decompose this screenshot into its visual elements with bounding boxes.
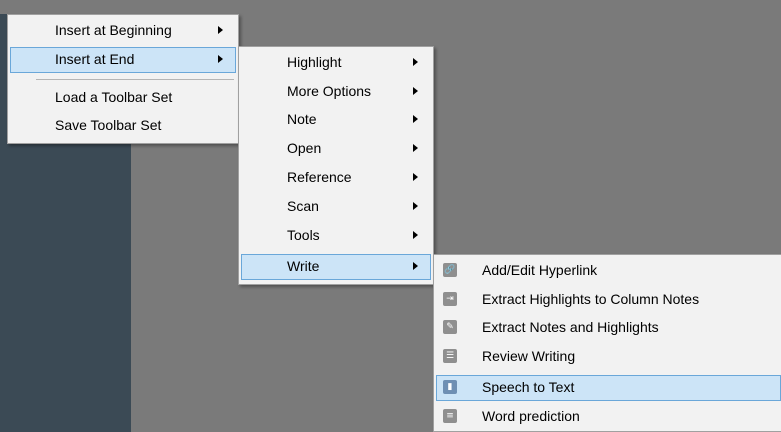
toolbar-context-menu: Insert at Beginning Insert at End Load a… bbox=[7, 14, 239, 144]
menu-separator bbox=[36, 79, 234, 80]
menu-item-reference[interactable]: Reference bbox=[241, 165, 431, 191]
submenu-arrow-icon bbox=[413, 144, 418, 152]
background-top bbox=[0, 0, 781, 14]
menu-item-label: Extract Notes and Highlights bbox=[482, 319, 659, 335]
menu-item-extract-notes-and-highlights[interactable]: ✎ Extract Notes and Highlights bbox=[436, 315, 779, 341]
write-submenu: 🔗 Add/Edit Hyperlink ⇥ Extract Highlight… bbox=[433, 254, 781, 432]
submenu-arrow-icon bbox=[413, 262, 418, 270]
insert-at-end-submenu: Highlight More Options Note Open Referen… bbox=[238, 46, 434, 285]
menu-item-label: Insert at Beginning bbox=[55, 22, 172, 38]
submenu-arrow-icon bbox=[413, 202, 418, 210]
submenu-arrow-icon bbox=[413, 231, 418, 239]
submenu-arrow-icon bbox=[413, 173, 418, 181]
menu-item-load-toolbar-set[interactable]: Load a Toolbar Set bbox=[10, 85, 236, 111]
menu-item-note[interactable]: Note bbox=[241, 107, 431, 133]
extract-highlights-icon: ⇥ bbox=[443, 292, 457, 306]
menu-item-label: Open bbox=[287, 140, 322, 156]
menu-item-label: Tools bbox=[287, 227, 320, 243]
menu-item-speech-to-text[interactable]: ▮ Speech to Text bbox=[436, 375, 781, 401]
menu-item-write[interactable]: Write bbox=[241, 254, 431, 280]
menu-item-scan[interactable]: Scan bbox=[241, 194, 431, 220]
menu-item-label: Word prediction bbox=[482, 408, 580, 424]
microphone-icon: ▮ bbox=[443, 380, 457, 394]
menu-item-label: Review Writing bbox=[482, 348, 576, 364]
submenu-arrow-icon bbox=[413, 58, 418, 66]
menu-item-insert-at-end[interactable]: Insert at End bbox=[10, 47, 236, 73]
menu-item-label: Add/Edit Hyperlink bbox=[482, 262, 598, 278]
menu-item-insert-at-beginning[interactable]: Insert at Beginning bbox=[10, 18, 236, 44]
menu-item-extract-highlights-to-column-notes[interactable]: ⇥ Extract Highlights to Column Notes bbox=[436, 287, 779, 313]
menu-item-label: Highlight bbox=[287, 54, 342, 70]
menu-item-label: Extract Highlights to Column Notes bbox=[482, 291, 700, 307]
menu-item-label: Scan bbox=[287, 198, 319, 214]
submenu-arrow-icon bbox=[413, 87, 418, 95]
menu-item-open[interactable]: Open bbox=[241, 136, 431, 162]
extract-notes-icon: ✎ bbox=[443, 320, 457, 334]
word-prediction-icon: ≡ bbox=[443, 409, 457, 423]
menu-item-label: Insert at End bbox=[55, 51, 135, 67]
menu-item-label: Note bbox=[287, 111, 317, 127]
submenu-arrow-icon bbox=[413, 115, 418, 123]
submenu-arrow-icon bbox=[218, 55, 223, 63]
menu-item-label: Speech to Text bbox=[482, 379, 575, 395]
menu-item-review-writing[interactable]: ☰ Review Writing bbox=[436, 344, 779, 370]
menu-item-label: Reference bbox=[287, 169, 352, 185]
menu-item-label: Write bbox=[287, 258, 320, 274]
menu-item-add-edit-hyperlink[interactable]: 🔗 Add/Edit Hyperlink bbox=[436, 258, 779, 284]
menu-item-label: Load a Toolbar Set bbox=[55, 89, 173, 105]
review-writing-icon: ☰ bbox=[443, 349, 457, 363]
menu-item-label: Save Toolbar Set bbox=[55, 117, 162, 133]
menu-item-tools[interactable]: Tools bbox=[241, 223, 431, 249]
menu-item-save-toolbar-set[interactable]: Save Toolbar Set bbox=[10, 113, 236, 139]
submenu-arrow-icon bbox=[218, 26, 223, 34]
menu-item-label: More Options bbox=[287, 83, 372, 99]
menu-item-word-prediction[interactable]: ≡ Word prediction bbox=[436, 404, 779, 430]
menu-item-highlight[interactable]: Highlight bbox=[241, 50, 431, 76]
menu-item-more-options[interactable]: More Options bbox=[241, 79, 431, 105]
hyperlink-icon: 🔗 bbox=[443, 263, 457, 277]
